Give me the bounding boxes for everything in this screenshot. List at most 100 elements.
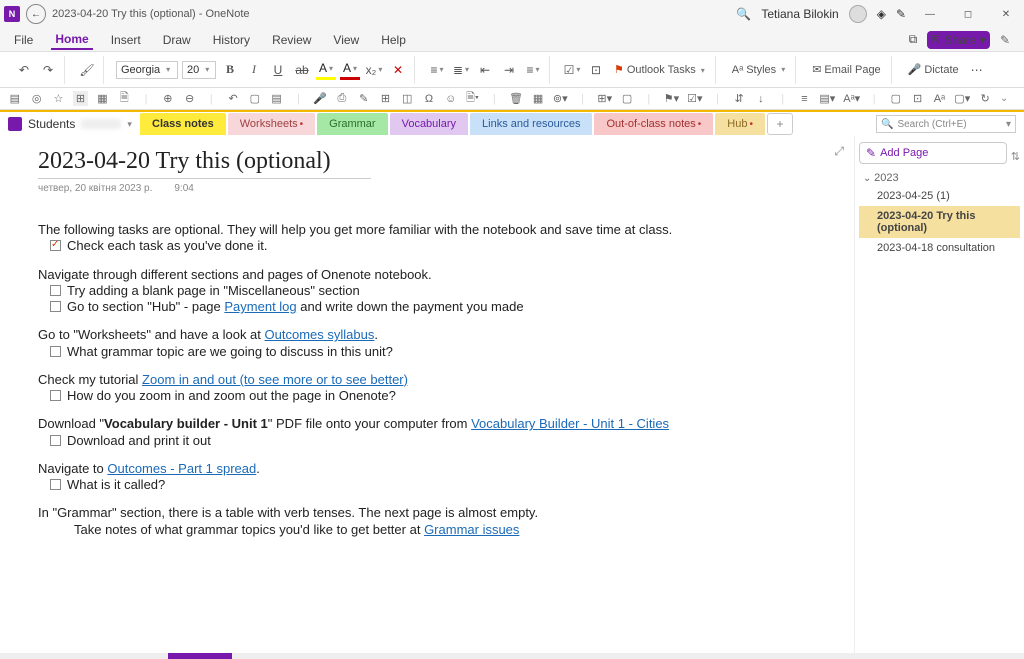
qa-icon[interactable]: ⚑▾ bbox=[664, 92, 679, 105]
font-size-select[interactable]: 20 bbox=[182, 61, 216, 79]
dictate-button[interactable]: 🎤 Dictate bbox=[904, 63, 963, 76]
qa-icon[interactable]: ⇵ bbox=[732, 92, 746, 105]
qa-icon[interactable]: Aᵃ▾ bbox=[843, 92, 859, 105]
outlook-tasks-button[interactable]: ⚑Outlook Tasks bbox=[610, 63, 709, 76]
link-vocab-builder[interactable]: Vocabulary Builder - Unit 1 - Cities bbox=[471, 416, 669, 431]
qa-icon[interactable]: Ω bbox=[422, 93, 436, 105]
qa-icon[interactable]: ☺ bbox=[444, 93, 458, 105]
align-button[interactable]: ≡ bbox=[523, 60, 543, 80]
window-mode-icon[interactable]: ⧉ bbox=[905, 30, 922, 49]
checkbox[interactable] bbox=[50, 285, 61, 296]
qa-icon[interactable]: ↓ bbox=[754, 93, 768, 105]
more-button[interactable]: ⋯ bbox=[967, 60, 987, 80]
notebook-select[interactable]: Students ▾ bbox=[0, 117, 140, 131]
qa-icon[interactable]: ☆ bbox=[52, 92, 66, 105]
collapse-ribbon-icon[interactable]: ⌄ bbox=[1000, 93, 1016, 104]
avatar[interactable] bbox=[849, 5, 867, 23]
qa-icon[interactable]: ⊞▾ bbox=[597, 92, 612, 105]
sort-icon[interactable]: ⇅ bbox=[1011, 150, 1020, 163]
menu-history[interactable]: History bbox=[209, 31, 254, 49]
email-page-button[interactable]: ✉ Email Page bbox=[808, 63, 884, 76]
bullets-button[interactable]: ≡ bbox=[427, 60, 447, 80]
tab-worksheets[interactable]: Worksheets bbox=[228, 113, 315, 135]
tab-vocabulary[interactable]: Vocabulary bbox=[390, 113, 468, 135]
link-grammar-issues[interactable]: Grammar issues bbox=[424, 522, 519, 537]
pen-icon[interactable]: ✎ bbox=[896, 7, 906, 21]
checkbox[interactable] bbox=[50, 479, 61, 490]
qa-icon[interactable]: ≡ bbox=[798, 93, 812, 105]
qa-icon[interactable]: Aᵃ bbox=[933, 93, 947, 105]
qa-icon[interactable]: ▤ bbox=[8, 92, 22, 105]
checkbox[interactable] bbox=[50, 301, 61, 312]
qa-icon[interactable]: ▢ bbox=[248, 92, 262, 105]
font-select[interactable]: Georgia bbox=[116, 61, 178, 79]
minimize-button[interactable]: — bbox=[916, 4, 944, 24]
menu-help[interactable]: Help bbox=[377, 31, 410, 49]
tab-hub[interactable]: Hub bbox=[715, 113, 765, 135]
link-zoom-tutorial[interactable]: Zoom in and out (to see more or to see b… bbox=[142, 372, 408, 387]
italic-button[interactable]: I bbox=[244, 60, 264, 80]
qa-icon[interactable]: 🗎 bbox=[117, 89, 131, 108]
qa-icon[interactable]: ↶ bbox=[226, 92, 240, 105]
qa-icon[interactable]: ▤ bbox=[270, 92, 284, 105]
qa-icon[interactable]: ⊡ bbox=[911, 92, 925, 105]
format-painter-button[interactable]: 🖌 bbox=[77, 60, 97, 80]
expand-icon[interactable]: ⤢ bbox=[834, 144, 844, 159]
close-button[interactable]: ✕ bbox=[992, 4, 1020, 24]
add-page-button[interactable]: ✎ Add Page bbox=[859, 142, 1007, 164]
qa-icon[interactable]: ⊕ bbox=[161, 92, 175, 105]
strike-button[interactable]: ab bbox=[292, 60, 312, 80]
page-canvas[interactable]: ⤢ 2023-04-20 Try this (optional) четвер,… bbox=[0, 136, 854, 659]
todo-tag-button[interactable]: ☑ bbox=[562, 60, 582, 80]
redo-button[interactable]: ↷ bbox=[38, 60, 58, 80]
diamond-icon[interactable]: ◈ bbox=[877, 7, 886, 21]
qa-icon[interactable]: ⊚▾ bbox=[553, 92, 568, 105]
page-item[interactable]: 2023-04-18 consultation bbox=[859, 238, 1020, 258]
find-tags-button[interactable]: ⊡ bbox=[586, 60, 606, 80]
link-outcomes-spread[interactable]: Outcomes - Part 1 spread bbox=[107, 461, 256, 476]
qa-icon[interactable]: 🗑 bbox=[509, 92, 523, 105]
underline-button[interactable]: U bbox=[268, 60, 288, 80]
clear-format-button[interactable]: ✕ bbox=[388, 60, 408, 80]
menu-view[interactable]: View bbox=[329, 31, 363, 49]
qa-icon[interactable]: 🗎▾ bbox=[466, 89, 480, 108]
qa-icon[interactable]: ▢▾ bbox=[954, 92, 970, 105]
undo-button[interactable]: ↶ bbox=[14, 60, 34, 80]
menu-home[interactable]: Home bbox=[51, 30, 92, 50]
styles-button[interactable]: Aᵃ Styles bbox=[728, 64, 789, 76]
tab-links[interactable]: Links and resources bbox=[470, 113, 592, 135]
qa-icon[interactable]: ⊖ bbox=[183, 92, 197, 105]
highlight-button[interactable]: A bbox=[316, 60, 336, 80]
qa-icon[interactable]: ☑▾ bbox=[687, 92, 702, 105]
page-title[interactable]: 2023-04-20 Try this (optional) bbox=[38, 146, 331, 177]
page-content[interactable]: The following tasks are optional. They w… bbox=[38, 222, 822, 538]
indent-button[interactable]: ⇥ bbox=[499, 60, 519, 80]
checkbox[interactable] bbox=[50, 240, 61, 251]
qa-icon[interactable]: ↻ bbox=[978, 92, 992, 105]
font-color-button[interactable]: A bbox=[340, 60, 360, 80]
link-outcomes-syllabus[interactable]: Outcomes syllabus bbox=[265, 327, 375, 342]
qa-icon[interactable]: ▤▾ bbox=[819, 92, 835, 105]
comments-icon[interactable]: ✎ bbox=[996, 31, 1014, 49]
qa-icon[interactable]: ⊞ bbox=[73, 91, 87, 106]
qa-icon[interactable]: ▢ bbox=[620, 92, 634, 105]
qa-icon[interactable]: ◎ bbox=[30, 92, 44, 105]
qa-icon[interactable]: ▢ bbox=[889, 92, 903, 105]
add-section-button[interactable]: + bbox=[767, 113, 793, 135]
search-input[interactable]: 🔍 Search (Ctrl+E) ▾ bbox=[876, 115, 1016, 133]
numbering-button[interactable]: ≣ bbox=[451, 60, 471, 80]
qa-icon[interactable]: 🎤 bbox=[313, 92, 327, 105]
checkbox[interactable] bbox=[50, 390, 61, 401]
menu-draw[interactable]: Draw bbox=[159, 31, 195, 49]
qa-icon[interactable]: ◫ bbox=[400, 92, 414, 105]
tab-outofclass[interactable]: Out-of-class notes bbox=[594, 113, 713, 135]
qa-icon[interactable]: ⊞ bbox=[379, 92, 393, 105]
qa-icon[interactable]: ✎ bbox=[357, 92, 371, 105]
share-button[interactable]: ⇱ Share ▾ bbox=[927, 31, 990, 49]
qa-icon[interactable]: ▦ bbox=[531, 92, 545, 105]
year-header[interactable]: 2023 bbox=[859, 170, 1020, 186]
search-icon[interactable]: 🔍 bbox=[736, 7, 751, 21]
back-button[interactable]: ← bbox=[26, 4, 46, 24]
menu-file[interactable]: File bbox=[10, 31, 37, 49]
qa-icon[interactable]: ⎙ bbox=[335, 92, 349, 105]
